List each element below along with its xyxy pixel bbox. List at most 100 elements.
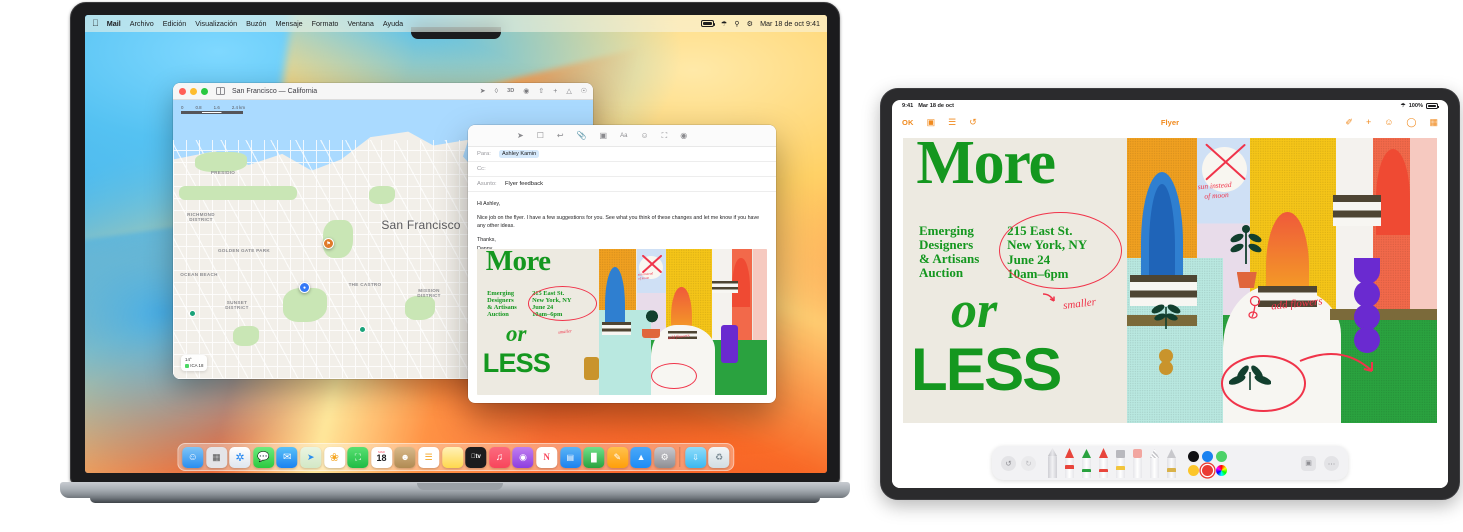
undo-history-icon[interactable]: ↺	[969, 117, 977, 128]
menu-item-edicion[interactable]: Edición	[163, 19, 187, 28]
battery-icon[interactable]	[700, 20, 716, 27]
markup-pen-icon[interactable]: ✐	[1345, 117, 1353, 128]
map-dot-transit[interactable]	[189, 310, 196, 317]
dock-item-finder[interactable]: ☺	[182, 446, 204, 468]
menu-item-buzon[interactable]: Buzón	[246, 19, 266, 28]
swatch-blue[interactable]	[1202, 450, 1213, 462]
ipad-nav-right[interactable]: ✐ + ☺ ◯ ▦	[1345, 117, 1438, 128]
lasso-tool[interactable]	[1150, 448, 1159, 478]
dock-item-notes[interactable]	[441, 446, 463, 468]
dock-item-mail[interactable]: ✉	[276, 446, 298, 468]
control-center-icon[interactable]: ⚙	[747, 19, 753, 28]
marker-tool[interactable]	[1065, 448, 1074, 478]
maps-traffic-lights[interactable]	[179, 87, 208, 95]
swatch-color-picker[interactable]	[1216, 464, 1227, 476]
flyer-artwork-large[interactable]: sun instead of moon More Emerging Design…	[903, 138, 1437, 423]
undo-icon[interactable]: ↺	[1001, 455, 1016, 471]
dock-item-numbers[interactable]: █	[583, 446, 605, 468]
swatch-green[interactable]	[1216, 450, 1227, 462]
markup-right-controls[interactable]: ▣ ⋯	[1301, 455, 1339, 471]
dock-item-music[interactable]: ♫	[488, 446, 510, 468]
mail-field-cc[interactable]: Cc:	[468, 162, 776, 177]
flyer-attachment-large[interactable]: sun instead of moon More Emerging Design…	[903, 138, 1437, 423]
dock-item-safari[interactable]: ✲	[229, 446, 251, 468]
dock-item-system-settings[interactable]: ⚙	[654, 446, 676, 468]
map-pin-transit[interactable]: ●	[299, 282, 310, 293]
reply-icon[interactable]: ↩	[557, 131, 564, 140]
markup-toolbar[interactable]: ↺ ↻ ▣ ⋯	[992, 446, 1348, 480]
close-icon[interactable]	[179, 87, 186, 95]
dock-item-appletv[interactable]: tv	[465, 446, 487, 468]
minimize-icon[interactable]	[190, 87, 197, 95]
ruler-tool[interactable]	[1167, 448, 1176, 478]
list-icon[interactable]: ☰	[948, 117, 956, 128]
map-weather-widget[interactable]: 14° ICA 18	[181, 355, 208, 371]
add-icon[interactable]: +	[1366, 117, 1371, 127]
mail-field-to[interactable]: Para: Ashley Kamin	[468, 147, 776, 162]
close-icon[interactable]	[475, 132, 482, 139]
menu-item-ventana[interactable]: Ventana	[347, 19, 373, 28]
compass-icon[interactable]: ◊	[495, 88, 498, 95]
swatch-yellow[interactable]	[1188, 464, 1199, 476]
account-icon[interactable]: ☉	[581, 87, 587, 95]
dock-item-appstore[interactable]: ▲	[630, 446, 652, 468]
mail-field-subject[interactable]: Asunto: Flyer feedback	[468, 177, 776, 192]
dock-item-contacts[interactable]: ☻	[394, 446, 416, 468]
sidebar-icon[interactable]	[216, 87, 225, 95]
redo-icon[interactable]: ↻	[1021, 455, 1036, 471]
more-icon[interactable]: ◯	[1406, 117, 1416, 128]
mail-attachment-flyer[interactable]: sun instead of moon More Emerging Design…	[477, 249, 767, 395]
maps-title-bar[interactable]: San Francisco — California ➤ ◊ 3D ◉ ⇧ + …	[173, 83, 593, 100]
photo-icon[interactable]: ⛶	[662, 131, 668, 141]
map-pin-landmark[interactable]: ⚑	[323, 238, 334, 249]
swatch-black[interactable]	[1188, 450, 1199, 462]
ipad-nav-left[interactable]: OK ▣ ☰ ↺	[902, 117, 977, 128]
emoji-icon[interactable]: ☺	[640, 131, 648, 140]
minimize-icon[interactable]	[486, 132, 493, 139]
menu-item-visualizacion[interactable]: Visualización	[195, 19, 237, 28]
menu-bar-datetime[interactable]: Mar 18 de oct 9:41	[760, 19, 820, 28]
dock-item-calendar[interactable]: MAR 18	[371, 446, 393, 468]
document-icon[interactable]: ▦	[1429, 117, 1438, 128]
search-icon[interactable]: ⚲	[734, 19, 739, 28]
binoculars-icon[interactable]: ◉	[523, 87, 529, 95]
map-dot-poi[interactable]	[359, 326, 366, 333]
add-icon[interactable]: +	[553, 88, 557, 95]
dock-item-news[interactable]: N	[536, 446, 558, 468]
mail-toolbar[interactable]: ➤ ☐ ↩ 📎 ▣ Aa ☺ ⛶ ◉	[468, 125, 776, 147]
dock-item-messages[interactable]: 💬	[253, 446, 275, 468]
archive-icon[interactable]: ☐	[537, 131, 544, 140]
markup-icon[interactable]: ▣	[600, 131, 608, 140]
ipad-document-canvas[interactable]: sun instead of moon More Emerging Design…	[892, 132, 1448, 488]
dock[interactable]: ☺ ▦ ✲ 💬 ✉ ➤ ❀ ⛶ MAR 18 ☻ ☰ tv ♫ ◉ N ▤ █ …	[177, 443, 735, 471]
dock-item-trash[interactable]: ♻	[708, 446, 730, 468]
dock-item-facetime[interactable]: ⛶	[347, 446, 369, 468]
dock-item-photos[interactable]: ❀	[323, 446, 345, 468]
pencil-tool[interactable]	[1082, 448, 1091, 478]
maps-toolbar[interactable]: ➤ ◊ 3D ◉ ⇧ + △ ☉	[480, 87, 587, 96]
pen-tool[interactable]	[1048, 448, 1057, 478]
highlighter-tool[interactable]	[1116, 448, 1125, 478]
dock-item-podcasts[interactable]: ◉	[512, 446, 534, 468]
mail-subject-value[interactable]: Flyer feedback	[505, 181, 543, 187]
more-icon[interactable]: ⋯	[1324, 455, 1339, 471]
menu-item-formato[interactable]: Formato	[312, 19, 339, 28]
dock-item-launchpad[interactable]: ▦	[205, 446, 227, 468]
more-icon[interactable]: ◉	[680, 131, 687, 140]
dock-item-downloads-folder[interactable]: ⇩	[685, 446, 707, 468]
send-icon[interactable]: ➤	[517, 131, 524, 140]
apple-icon[interactable]: 	[92, 19, 99, 28]
maximize-icon[interactable]	[201, 87, 208, 95]
format-text-icon[interactable]: Aa	[620, 133, 627, 139]
mail-to-recipient-chip[interactable]: Ashley Kamin	[499, 150, 540, 158]
dock-item-reminders[interactable]: ☰	[418, 446, 440, 468]
maximize-icon[interactable]	[497, 132, 504, 139]
ok-button[interactable]: OK	[902, 118, 914, 127]
add-shape-icon[interactable]: ▣	[1301, 455, 1316, 471]
menu-item-archivo[interactable]: Archivo	[130, 19, 154, 28]
mail-toolbar-icons[interactable]: ➤ ☐ ↩ 📎 ▣ Aa ☺ ⛶ ◉	[517, 131, 687, 141]
color-swatches[interactable]	[1188, 450, 1227, 476]
ipad-nav-bar[interactable]: OK ▣ ☰ ↺ Flyer ✐ + ☺ ◯ ▦	[892, 112, 1448, 132]
mail-compose-window[interactable]: ➤ ☐ ↩ 📎 ▣ Aa ☺ ⛶ ◉ Para: Ashley Kamin Cc…	[468, 125, 776, 403]
3d-icon[interactable]: 3D	[507, 88, 514, 94]
